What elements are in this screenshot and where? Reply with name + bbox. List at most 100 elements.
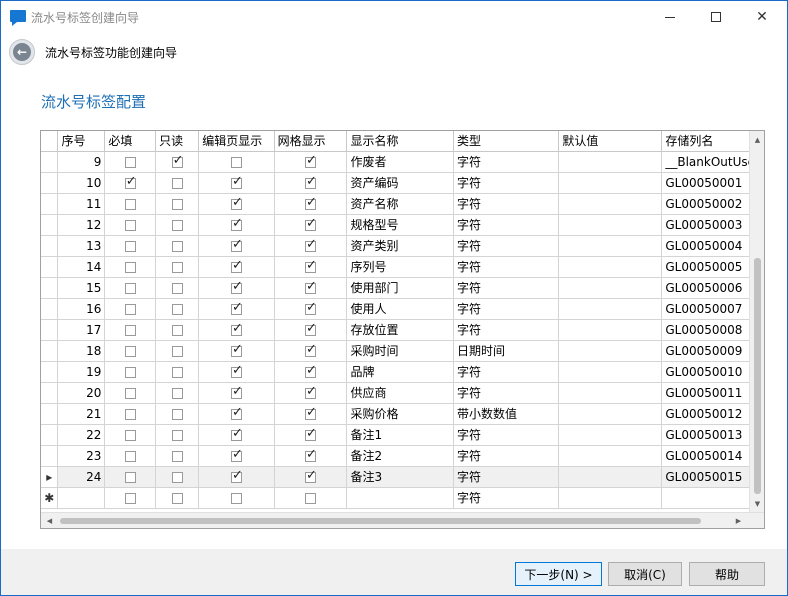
required-checkbox[interactable] (124, 450, 136, 462)
readonly-checkbox[interactable] (171, 282, 183, 294)
readonly-checkbox[interactable] (171, 408, 183, 420)
cell-type[interactable]: 字符 (453, 445, 560, 467)
cell-display-name[interactable]: 资产名称 (346, 193, 454, 215)
required-checkbox[interactable] (124, 156, 136, 168)
row-header[interactable] (41, 445, 59, 467)
edit-display-checkbox[interactable] (230, 363, 243, 378)
readonly-checkbox[interactable] (171, 450, 183, 462)
readonly-checkbox[interactable] (171, 429, 183, 441)
table-row[interactable]: 19品牌字符GL00050010 (41, 361, 764, 383)
table-row[interactable]: ▸24备注3字符GL00050015 (41, 466, 764, 488)
cell-type[interactable]: 日期时间 (453, 340, 560, 362)
required-checkbox[interactable] (124, 303, 136, 315)
grid-display-checkbox[interactable] (305, 426, 317, 441)
readonly-checkbox[interactable] (171, 366, 183, 378)
row-header[interactable] (41, 361, 59, 383)
readonly-checkbox[interactable] (171, 219, 183, 231)
cell-no[interactable]: 23 (57, 445, 106, 467)
grid-display-checkbox[interactable] (305, 153, 317, 168)
scroll-down-icon[interactable]: ▼ (750, 495, 764, 512)
required-checkbox[interactable] (124, 408, 136, 420)
cell-default[interactable] (558, 382, 663, 404)
readonly-checkbox[interactable] (171, 198, 183, 210)
edit-display-checkbox[interactable] (230, 195, 243, 210)
edit-display-checkbox[interactable] (230, 342, 243, 357)
horizontal-scroll-thumb[interactable] (60, 518, 701, 524)
grid-display-checkbox[interactable] (305, 195, 317, 210)
row-header[interactable] (41, 340, 59, 362)
column-header-readonly[interactable]: 只读 (155, 131, 200, 152)
cell-default[interactable] (558, 277, 663, 299)
cell-no[interactable]: 18 (57, 340, 106, 362)
required-checkbox[interactable] (124, 261, 136, 273)
edit-display-checkbox[interactable] (230, 492, 242, 504)
cell-type[interactable]: 字符 (453, 193, 560, 215)
cancel-button[interactable]: 取消(C) (608, 562, 682, 586)
horizontal-scrollbar[interactable]: ◀ ▶ (41, 512, 764, 528)
cell-no[interactable]: 15 (57, 277, 106, 299)
cell-no[interactable]: 9 (57, 151, 106, 173)
scroll-right-icon[interactable]: ▶ (730, 513, 747, 528)
grid-display-checkbox[interactable] (305, 384, 317, 399)
column-header-default[interactable]: 默认值 (558, 131, 663, 152)
cell-display-name[interactable]: 品牌 (346, 361, 454, 383)
readonly-checkbox[interactable] (171, 492, 183, 504)
column-header-type[interactable]: 类型 (453, 131, 560, 152)
cell-type[interactable]: 字符 (453, 151, 560, 173)
edit-display-checkbox[interactable] (230, 237, 243, 252)
cell-type[interactable]: 字符 (453, 466, 560, 488)
table-row[interactable]: 12规格型号字符GL00050003 (41, 214, 764, 236)
cell-display-name[interactable]: 备注1 (346, 424, 454, 446)
cell-no[interactable]: 11 (57, 193, 106, 215)
required-checkbox[interactable] (124, 198, 136, 210)
cell-default[interactable] (558, 319, 663, 341)
row-header[interactable] (41, 319, 59, 341)
readonly-checkbox[interactable] (171, 303, 183, 315)
edit-display-checkbox[interactable] (230, 321, 243, 336)
new-row-indicator-icon[interactable]: ✱ (41, 487, 59, 509)
close-button[interactable]: ✕ (739, 1, 785, 33)
cell-type[interactable]: 字符 (453, 382, 560, 404)
grid-display-checkbox[interactable] (305, 363, 317, 378)
edit-display-checkbox[interactable] (230, 156, 242, 168)
required-checkbox[interactable] (124, 240, 136, 252)
required-checkbox[interactable] (124, 219, 136, 231)
required-checkbox[interactable] (124, 471, 136, 483)
cell-default[interactable] (558, 403, 663, 425)
help-button[interactable]: 帮助 (689, 562, 765, 586)
table-row[interactable]: 17存放位置字符GL00050008 (41, 319, 764, 341)
cell-no[interactable]: 17 (57, 319, 106, 341)
cell-no[interactable]: 16 (57, 298, 106, 320)
table-row[interactable]: 22备注1字符GL00050013 (41, 424, 764, 446)
row-header[interactable] (41, 172, 59, 194)
edit-display-checkbox[interactable] (230, 426, 243, 441)
readonly-checkbox[interactable] (171, 387, 183, 399)
cell-display-name[interactable]: 采购价格 (346, 403, 454, 425)
edit-display-checkbox[interactable] (230, 405, 243, 420)
row-header[interactable] (41, 424, 59, 446)
grid-display-checkbox[interactable] (305, 492, 317, 504)
cell-default[interactable] (558, 256, 663, 278)
table-row[interactable]: 11资产名称字符GL00050002 (41, 193, 764, 215)
grid-display-checkbox[interactable] (305, 258, 317, 273)
back-button[interactable]: ← (9, 39, 35, 65)
vertical-scrollbar[interactable]: ▲ ▼ (749, 131, 764, 512)
cell-type[interactable]: 字符 (453, 361, 560, 383)
cell-default[interactable] (558, 466, 663, 488)
edit-display-checkbox[interactable] (230, 447, 243, 462)
table-row[interactable]: 9作废者字符__BlankOutUser (41, 151, 764, 173)
cell-display-name[interactable]: 备注2 (346, 445, 454, 467)
readonly-checkbox[interactable] (171, 324, 183, 336)
cell-display-name[interactable]: 备注3 (346, 466, 454, 488)
cell-no[interactable]: 10 (57, 172, 106, 194)
cell-type[interactable]: 字符 (453, 256, 560, 278)
cell-type[interactable]: 字符 (453, 424, 560, 446)
required-checkbox[interactable] (124, 387, 136, 399)
cell-no[interactable]: 24 (57, 466, 106, 488)
vertical-scroll-thumb[interactable] (754, 258, 761, 494)
next-button[interactable]: 下一步(N) > (515, 562, 602, 586)
cell-display-name[interactable]: 资产编码 (346, 172, 454, 194)
grid-display-checkbox[interactable] (305, 237, 317, 252)
cell-no[interactable]: 20 (57, 382, 106, 404)
row-header[interactable] (41, 277, 59, 299)
